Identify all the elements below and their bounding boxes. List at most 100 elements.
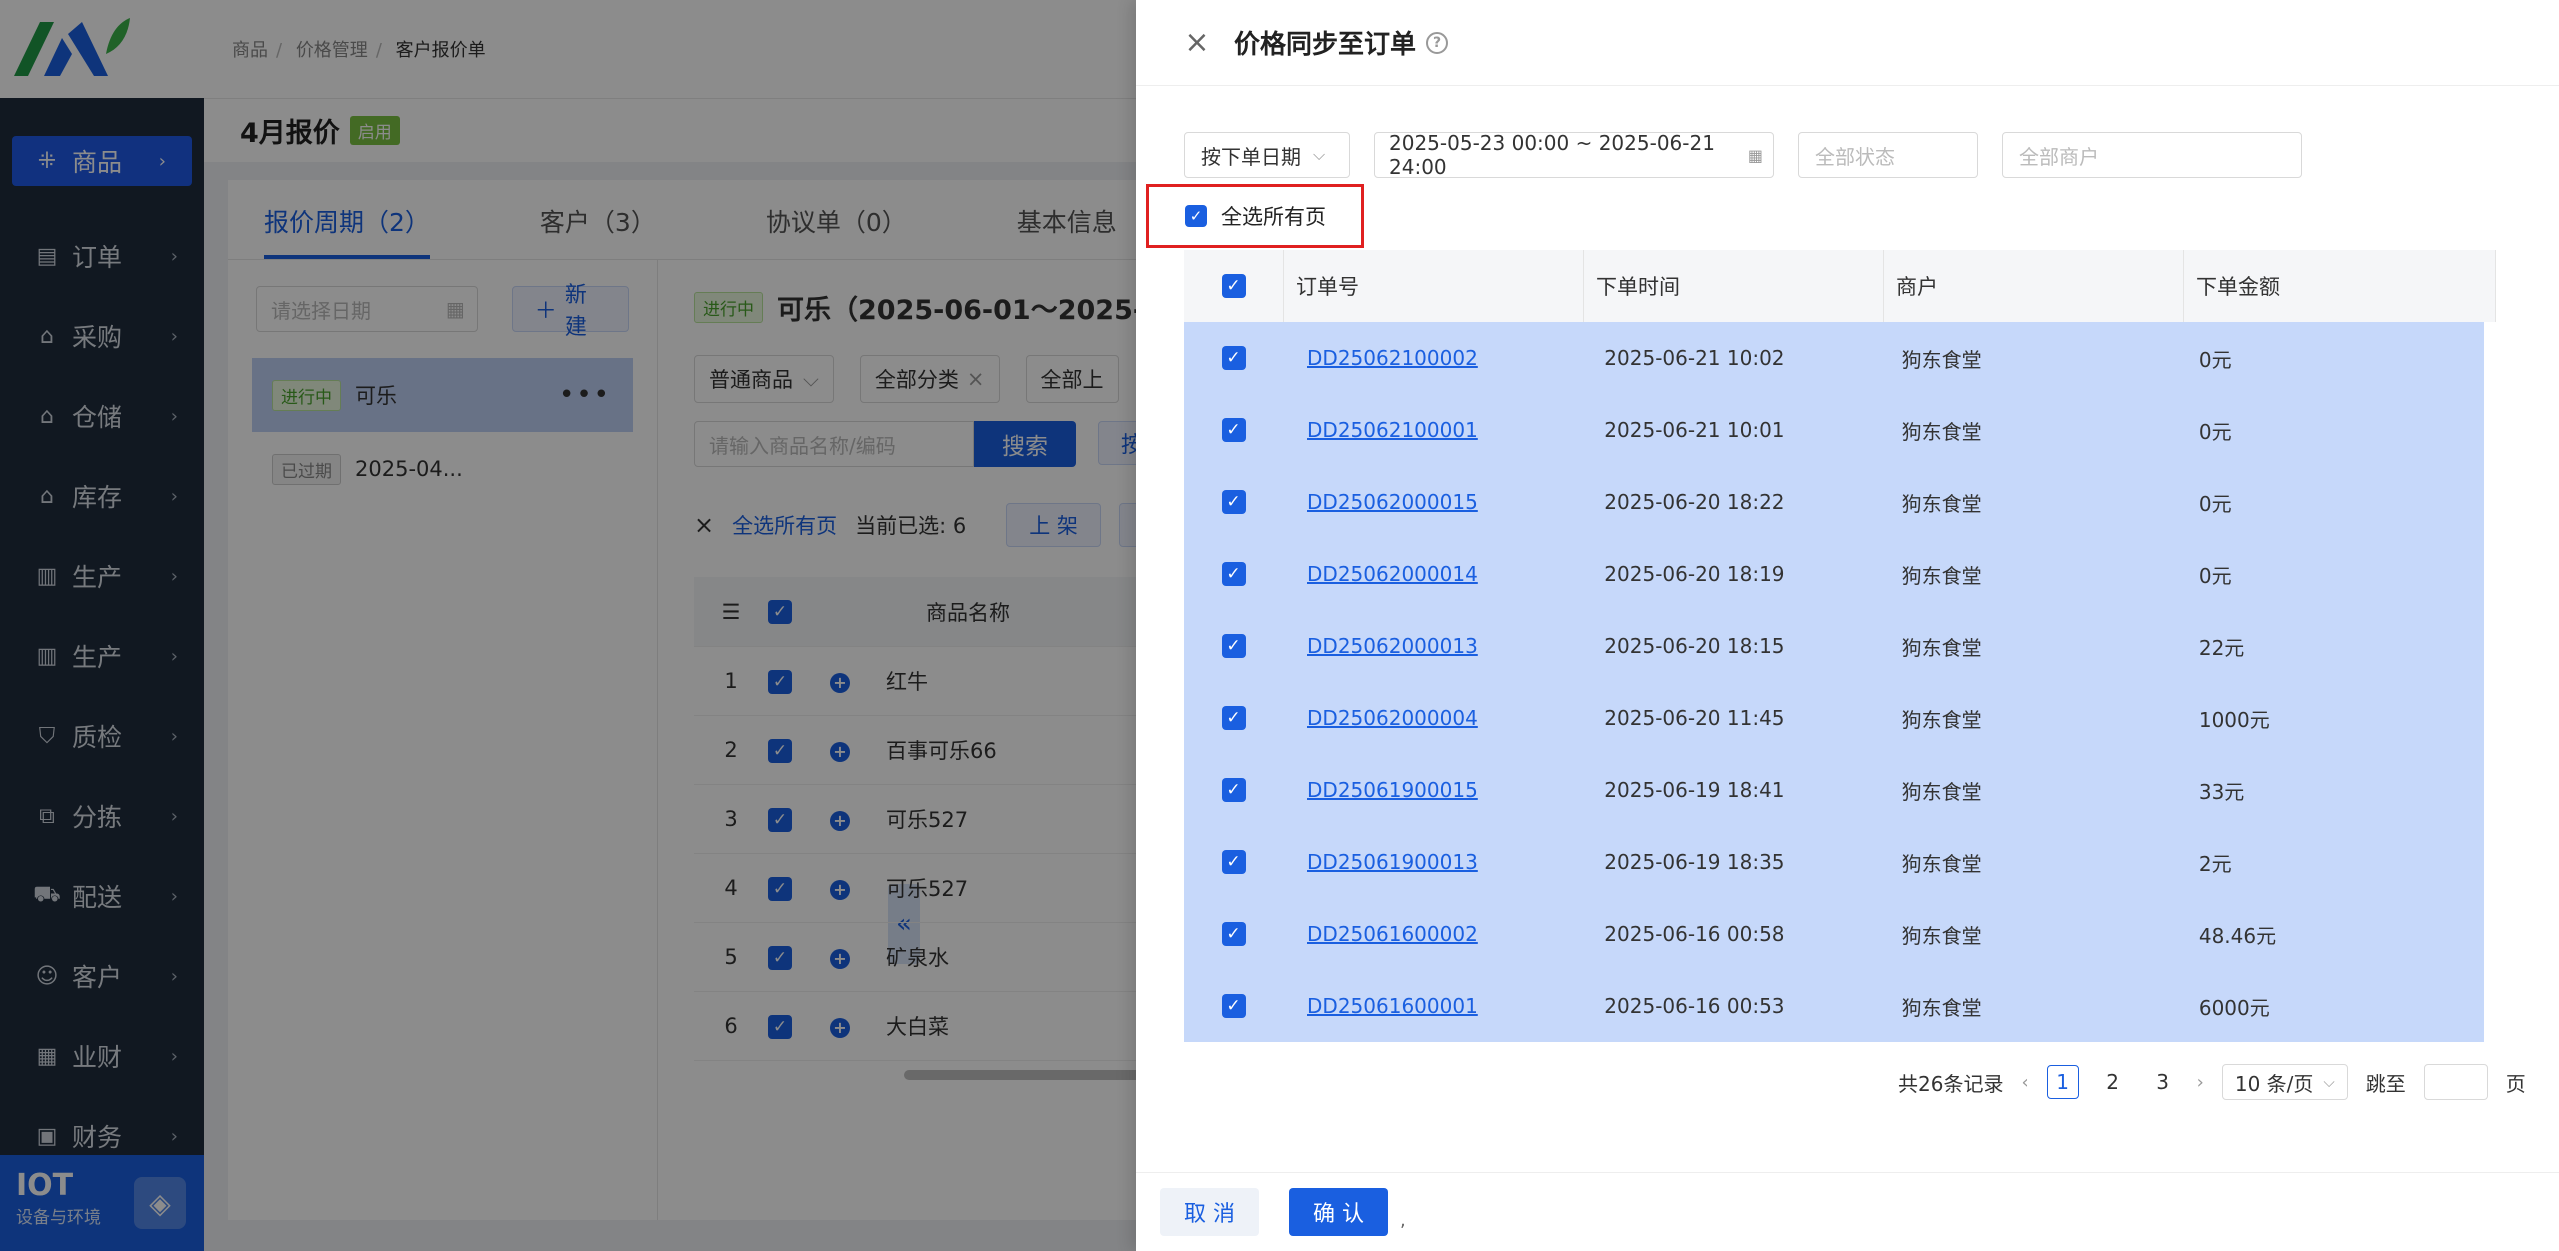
close-icon[interactable]: × [1182,25,1212,60]
sync-drawer: × 价格同步至订单 ? 按下单日期 ⌵ 2025-05-23 00:00 ~ 2… [1136,0,2559,1251]
col-amount: 下单金额 [2184,250,2496,322]
order-table: ✓ 订单号 下单时间 商户 下单金额 ✓ DD25062100002 2025-06… [1184,250,2496,1042]
app-root: ⁜ 商品 › ▤ 订单 › ⌂ 采购 › ⌂ 仓储 › ⌂ 库存 › ▥ 生产 › ▥ 生产 › ⛉ 质检 › ⧉ 分拣 › ⛟ 配送 ›… [0,0,2559,1251]
order-amount: 0元 [2198,563,2232,588]
date-range-picker[interactable]: 2025-05-23 00:00 ~ 2025-06-21 24:00 ▦ [1374,131,1774,179]
table-row[interactable]: ✓ DD25061600001 2025-06-16 00:53 狗东食堂 6000元 [1184,970,2484,1042]
table-header: ✓ 订单号 下单时间 商户 下单金额 [1184,250,2496,322]
merchant-name: 狗东食堂 [1901,923,1982,948]
calendar-icon: ▦ [1747,145,1763,165]
row-checkbox[interactable]: ✓ [1221,850,1246,874]
order-amount: 0元 [2198,347,2232,372]
order-amount: 22元 [2198,635,2245,660]
prev-page-icon[interactable]: ‹ [2021,1072,2028,1093]
next-page-icon[interactable]: › [2197,1072,2204,1093]
cancel-button[interactable]: 取 消 [1160,1188,1259,1236]
merchant-name: 狗东食堂 [1901,995,1982,1020]
drawer-header: × 价格同步至订单 ? [1136,0,2559,86]
table-row[interactable]: ✓ DD25061600002 2025-06-16 00:58 狗东食堂 48.46元 [1184,898,2484,970]
table-body: ✓ DD25062100002 2025-06-21 10:02 狗东食堂 0元 ✓ DD2… [1184,322,2496,1042]
drawer-title: 价格同步至订单 [1234,30,1417,60]
row-checkbox[interactable]: ✓ [1221,490,1246,514]
order-id-link[interactable]: DD25061900015 [1307,778,1478,802]
order-time: 2025-06-19 18:41 [1604,778,1785,802]
order-id-link[interactable]: DD25062000004 [1307,706,1478,730]
order-amount: 1000元 [2198,707,2270,732]
order-id-link[interactable]: DD25061900013 [1307,850,1478,874]
merchant-name: 狗东食堂 [1901,491,1982,516]
merchant-select[interactable]: 全部商户 [2002,132,2302,178]
order-time: 2025-06-20 18:19 [1604,562,1785,586]
col-order-id: 订单号 [1284,250,1584,322]
row-checkbox[interactable]: ✓ [1221,706,1246,730]
order-time: 2025-06-16 00:58 [1604,922,1785,946]
row-checkbox[interactable]: ✓ [1221,346,1246,370]
table-row[interactable]: ✓ DD25062000013 2025-06-20 18:15 狗东食堂 22元 [1184,610,2484,682]
merchant-name: 狗东食堂 [1901,779,1982,804]
row-checkbox[interactable]: ✓ [1221,922,1246,946]
order-amount: 0元 [2198,491,2232,516]
date-range-value: 2025-05-23 00:00 ~ 2025-06-21 24:00 [1389,131,1715,179]
status-placeholder: 全部状态 [1815,144,1895,169]
date-type-select[interactable]: 按下单日期 ⌵ [1184,132,1350,178]
modal-overlay[interactable] [0,0,1136,1251]
order-id-link[interactable]: DD25061600002 [1307,922,1478,946]
order-amount: 33元 [2198,779,2245,804]
page-2[interactable]: 2 [2097,1065,2129,1099]
order-id-link[interactable]: DD25062100001 [1307,418,1478,442]
page-size-select[interactable]: 10 条/页 ⌵ [2221,1064,2348,1100]
date-type-value: 按下单日期 [1201,144,1301,169]
order-amount: 0元 [2198,419,2232,444]
jump-label: 跳至 [2365,1071,2406,1096]
table-row[interactable]: ✓ DD25062000014 2025-06-20 18:19 狗东食堂 0元 [1184,538,2484,610]
order-time: 2025-06-20 18:15 [1604,634,1785,658]
col-merchant: 商户 [1884,250,2184,322]
merchant-name: 狗东食堂 [1901,851,1982,876]
drawer-footer: 取 消 确 认 [1136,1172,2559,1251]
table-row[interactable]: ✓ DD25062000004 2025-06-20 11:45 狗东食堂 1000元 [1184,682,2484,754]
order-id-link[interactable]: DD25062000014 [1307,562,1478,586]
order-time: 2025-06-19 18:35 [1604,850,1785,874]
table-row[interactable]: ✓ DD25062000015 2025-06-20 18:22 狗东食堂 0元 [1184,466,2484,538]
header-checkbox[interactable]: ✓ [1221,274,1246,298]
pagination: 共26条记录 ‹ 1 2 3 › 10 条/页 ⌵ 跳至 页 [1898,1064,2526,1100]
table-row[interactable]: ✓ DD25062100001 2025-06-21 10:01 狗东食堂 0元 [1184,394,2484,466]
drawer-filters: 按下单日期 ⌵ 2025-05-23 00:00 ~ 2025-06-21 24… [1184,131,2302,179]
separator-text: , [1400,1210,1406,1231]
order-amount: 2元 [2198,851,2232,876]
select-all-pages-checkbox[interactable]: ✓ 全选所有页 [1146,184,1364,248]
page-size-value: 10 条/页 [2234,1071,2314,1096]
chevron-down-icon: ⌵ [1313,145,1326,164]
order-time: 2025-06-21 10:01 [1604,418,1785,442]
page-1[interactable]: 1 [2046,1065,2079,1099]
jump-page-input[interactable] [2423,1064,2488,1100]
order-time: 2025-06-20 11:45 [1604,706,1785,730]
page-3[interactable]: 3 [2147,1065,2179,1099]
row-checkbox[interactable]: ✓ [1221,778,1246,802]
header-checkbox-cell: ✓ [1184,250,1284,322]
order-amount: 6000元 [2198,995,2270,1020]
table-row[interactable]: ✓ DD25061900015 2025-06-19 18:41 狗东食堂 33元 [1184,754,2484,826]
row-checkbox[interactable]: ✓ [1221,562,1246,586]
merchant-name: 狗东食堂 [1901,635,1982,660]
order-amount: 48.46元 [2198,923,2277,948]
status-select[interactable]: 全部状态 [1798,132,1978,178]
merchant-name: 狗东食堂 [1901,563,1982,588]
order-time: 2025-06-16 00:53 [1604,994,1785,1018]
table-row[interactable]: ✓ DD25062100002 2025-06-21 10:02 狗东食堂 0元 [1184,322,2484,394]
order-id-link[interactable]: DD25062000015 [1307,490,1478,514]
row-checkbox[interactable]: ✓ [1221,994,1246,1018]
order-time: 2025-06-20 18:22 [1604,490,1785,514]
row-checkbox[interactable]: ✓ [1221,634,1246,658]
order-id-link[interactable]: DD25062000013 [1307,634,1478,658]
total-records: 共26条记录 [1898,1071,2004,1096]
row-checkbox[interactable]: ✓ [1221,418,1246,442]
help-icon[interactable]: ? [1426,31,1449,54]
col-order-time: 下单时间 [1584,250,1884,322]
page-unit-label: 页 [2505,1071,2526,1096]
merchant-placeholder: 全部商户 [2019,144,2099,169]
table-row[interactable]: ✓ DD25061900013 2025-06-19 18:35 狗东食堂 2元 [1184,826,2484,898]
order-id-link[interactable]: DD25062100002 [1307,346,1478,370]
order-id-link[interactable]: DD25061600001 [1307,994,1478,1018]
confirm-button[interactable]: 确 认 [1289,1188,1388,1236]
